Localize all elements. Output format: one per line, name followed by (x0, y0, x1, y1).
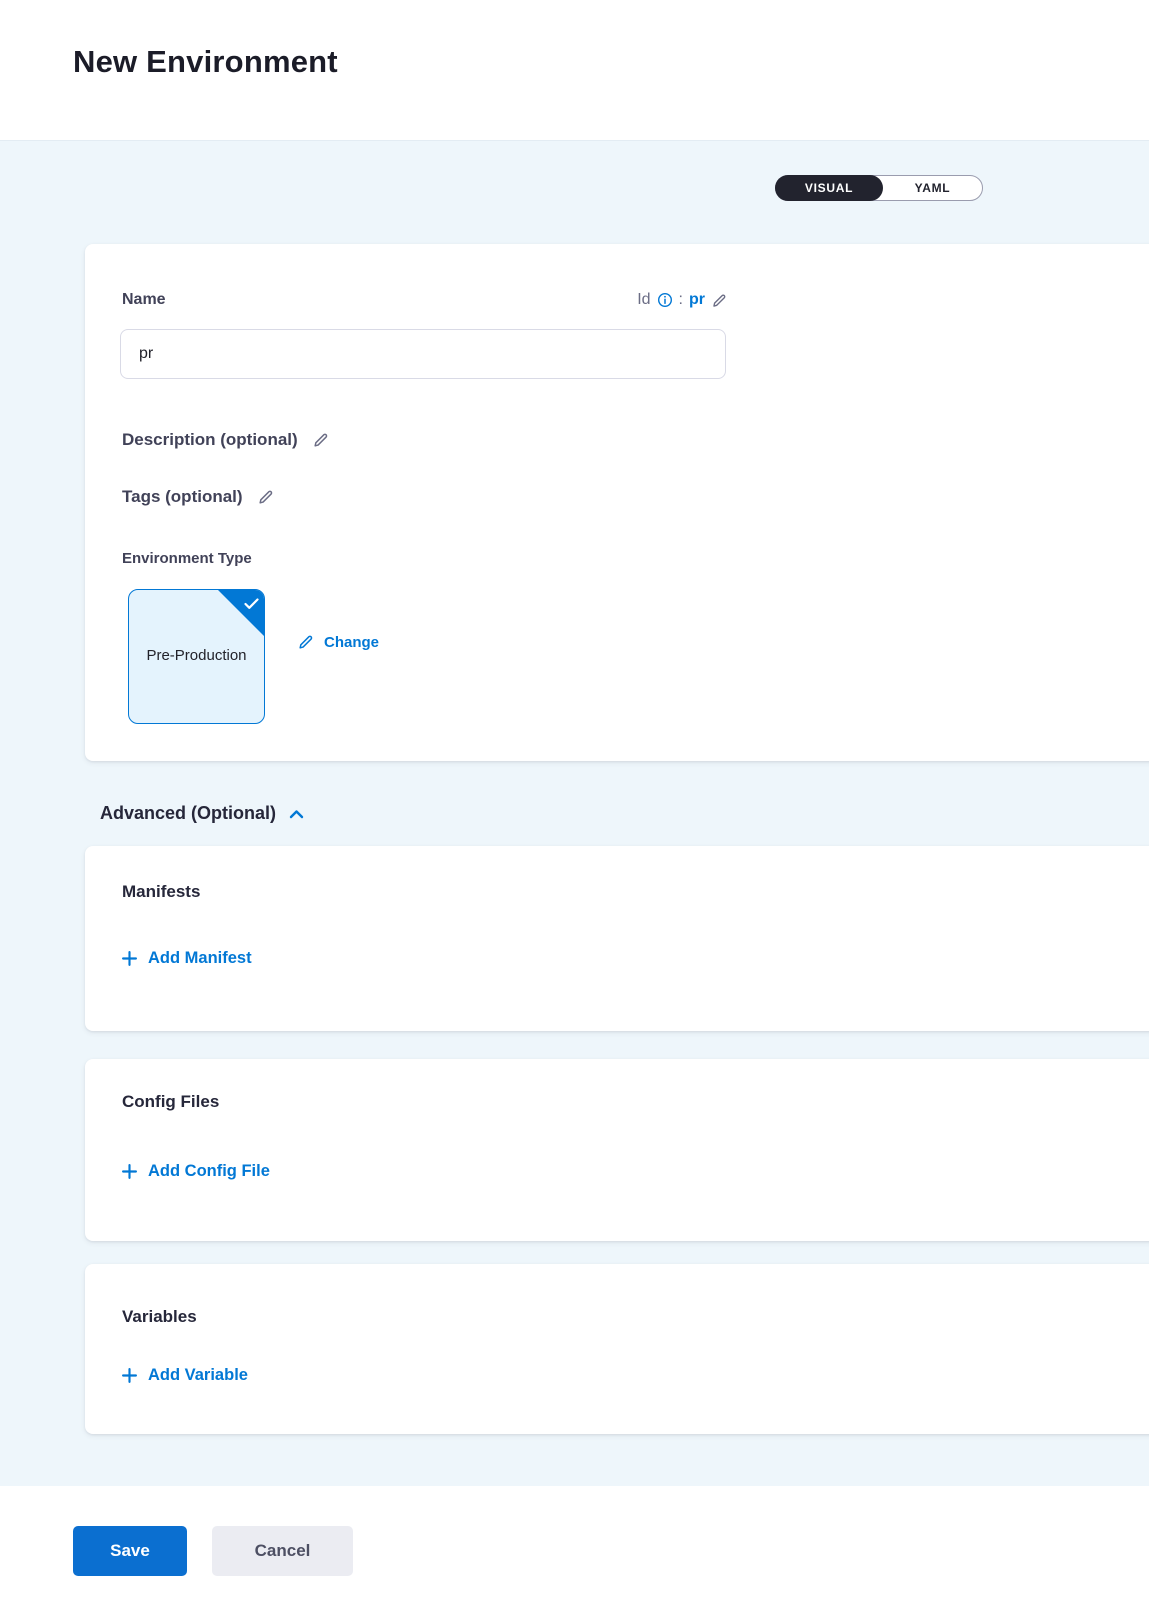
check-icon (244, 598, 259, 610)
config-files-title: Config Files (122, 1092, 219, 1112)
environment-form-panel: VISUAL YAML Name Id : pr (0, 140, 1149, 1486)
save-button[interactable]: Save (73, 1526, 187, 1576)
description-row: Description (optional) (122, 430, 330, 450)
plus-icon (122, 1368, 137, 1383)
description-label: Description (optional) (122, 430, 298, 450)
advanced-header-label: Advanced (Optional) (100, 803, 276, 824)
add-manifest-button[interactable]: Add Manifest (122, 949, 252, 968)
tab-yaml[interactable]: YAML (883, 176, 982, 200)
add-variable-button[interactable]: Add Variable (122, 1366, 248, 1385)
id-value: pr (689, 291, 705, 309)
tab-visual[interactable]: VISUAL (775, 175, 883, 201)
id-display: Id : pr (637, 291, 728, 309)
add-variable-label: Add Variable (148, 1366, 248, 1385)
name-input[interactable] (120, 329, 726, 379)
config-files-card: Config Files Add Config File (85, 1059, 1149, 1241)
environment-details-card: Name Id : pr (85, 244, 1149, 761)
id-label: Id (637, 291, 650, 309)
manifests-title: Manifests (122, 882, 200, 902)
change-link-label: Change (324, 634, 379, 651)
manifests-card: Manifests Add Manifest (85, 846, 1149, 1031)
env-type-card-pre-production[interactable]: Pre-Production (128, 589, 265, 724)
add-config-file-button[interactable]: Add Config File (122, 1162, 270, 1181)
selected-corner-badge (218, 590, 264, 636)
new-environment-page: New Environment VISUAL YAML Name Id (0, 0, 1149, 1600)
environment-type-label: Environment Type (122, 550, 252, 567)
edit-tags-icon[interactable] (257, 488, 275, 506)
change-env-type-link[interactable]: Change (297, 633, 379, 651)
visual-yaml-toggle: VISUAL YAML (775, 175, 983, 201)
add-manifest-label: Add Manifest (148, 949, 252, 968)
name-id-row: Name Id : pr (122, 291, 728, 309)
cancel-button[interactable]: Cancel (212, 1526, 353, 1576)
advanced-section-toggle[interactable]: Advanced (Optional) (100, 803, 304, 824)
tags-label: Tags (optional) (122, 487, 243, 507)
variables-card: Variables Add Variable (85, 1264, 1149, 1434)
edit-id-icon[interactable] (711, 292, 728, 309)
add-config-file-label: Add Config File (148, 1162, 270, 1181)
variables-title: Variables (122, 1307, 197, 1327)
env-type-card-label: Pre-Production (146, 645, 246, 668)
edit-description-icon[interactable] (312, 431, 330, 449)
page-title: New Environment (73, 44, 338, 80)
info-icon[interactable] (657, 292, 673, 308)
chevron-up-icon (289, 809, 304, 819)
plus-icon (122, 951, 137, 966)
plus-icon (122, 1164, 137, 1179)
name-label: Name (122, 291, 166, 309)
tags-row: Tags (optional) (122, 487, 275, 507)
pencil-icon (297, 633, 315, 651)
id-separator: : (679, 291, 683, 309)
